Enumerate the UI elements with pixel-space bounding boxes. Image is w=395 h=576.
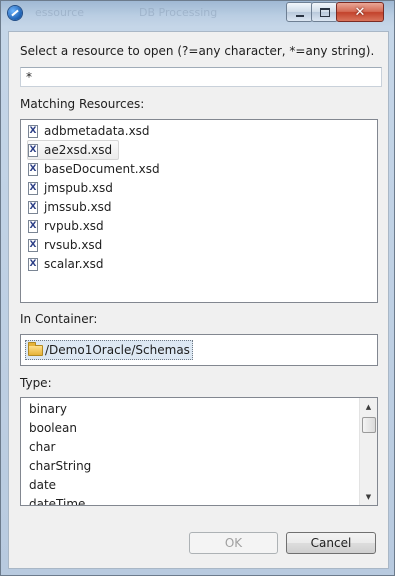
title-ghost-right: DB Processing bbox=[139, 6, 218, 19]
xsd-file-icon: X bbox=[28, 238, 38, 252]
resource-pattern-input[interactable] bbox=[20, 67, 382, 87]
title-ghost-left: essource bbox=[35, 6, 85, 19]
container-list[interactable]: /Demo1Oracle/Schemas bbox=[20, 334, 378, 366]
type-item[interactable]: date bbox=[29, 478, 56, 492]
xsd-file-icon: X bbox=[28, 162, 38, 176]
type-list[interactable]: dateTime date charString char boolean binary … bbox=[20, 397, 378, 506]
in-container-label: In Container: bbox=[20, 312, 98, 326]
title-bar[interactable]: essource DB Processing ✕ bbox=[1, 1, 394, 25]
type-item[interactable]: char bbox=[29, 440, 56, 454]
scroll-up-icon[interactable]: ▲ bbox=[360, 398, 377, 415]
close-icon: ✕ bbox=[354, 4, 366, 20]
maximize-icon bbox=[319, 7, 330, 17]
close-button[interactable]: ✕ bbox=[336, 2, 384, 22]
resource-item[interactable]: Xrvsub.xsd bbox=[27, 235, 109, 255]
xsd-file-icon: X bbox=[28, 143, 38, 157]
xsd-file-icon: X bbox=[28, 219, 38, 233]
scroll-down-icon[interactable]: ▼ bbox=[360, 488, 377, 505]
xsd-file-icon: X bbox=[28, 181, 38, 195]
prompt-label: Select a resource to open (?=any charact… bbox=[20, 44, 375, 58]
resource-item[interactable]: Xscalar.xsd bbox=[27, 254, 111, 274]
minimize-button[interactable] bbox=[286, 2, 313, 22]
resource-item[interactable]: Xjmspub.xsd bbox=[27, 178, 120, 198]
resource-name: jmspub.xsd bbox=[44, 181, 113, 195]
resource-item[interactable]: Xadbmetadata.xsd bbox=[27, 121, 157, 141]
resource-name: ae2xsd.xsd bbox=[44, 143, 113, 157]
matching-resources-label: Matching Resources: bbox=[20, 97, 145, 111]
resource-name: jmssub.xsd bbox=[44, 200, 112, 214]
type-item[interactable]: charString bbox=[29, 459, 91, 473]
resource-item[interactable]: Xjmssub.xsd bbox=[27, 197, 119, 217]
maximize-button[interactable] bbox=[311, 2, 338, 22]
container-path: /Demo1Oracle/Schemas bbox=[45, 343, 190, 357]
type-item[interactable]: binary bbox=[29, 402, 67, 416]
eclipse-app-icon bbox=[8, 6, 22, 20]
type-item[interactable]: dateTime bbox=[29, 497, 85, 505]
xsd-file-icon: X bbox=[28, 124, 38, 138]
resource-item[interactable]: Xrvpub.xsd bbox=[27, 216, 111, 236]
resource-item[interactable]: Xae2xsd.xsd bbox=[27, 140, 120, 160]
type-label: Type: bbox=[20, 376, 52, 390]
ok-button[interactable]: OK bbox=[189, 532, 278, 554]
resource-name: scalar.xsd bbox=[44, 257, 104, 271]
scroll-thumb[interactable] bbox=[362, 417, 376, 433]
container-item[interactable]: /Demo1Oracle/Schemas bbox=[25, 340, 193, 360]
resource-name: rvsub.xsd bbox=[44, 238, 103, 252]
resource-item[interactable]: XbaseDocument.xsd bbox=[27, 159, 167, 179]
resource-name: baseDocument.xsd bbox=[44, 162, 160, 176]
resource-name: rvpub.xsd bbox=[44, 219, 104, 233]
xsd-file-icon: X bbox=[28, 200, 38, 214]
resource-name: adbmetadata.xsd bbox=[44, 124, 150, 138]
xsd-file-icon: X bbox=[28, 257, 38, 271]
dialog-client-area: Select a resource to open (?=any charact… bbox=[8, 31, 389, 569]
type-list-scrollbar[interactable]: ▲ ▼ bbox=[359, 398, 377, 505]
cancel-button[interactable]: Cancel bbox=[286, 532, 376, 554]
minimize-icon bbox=[295, 15, 304, 17]
dialog-window: essource DB Processing ✕ Select a resour… bbox=[0, 0, 395, 576]
type-item[interactable]: boolean bbox=[29, 421, 77, 435]
folder-icon bbox=[28, 341, 43, 356]
matching-resources-list[interactable]: Xadbmetadata.xsd Xae2xsd.xsd XbaseDocument… bbox=[20, 119, 378, 303]
